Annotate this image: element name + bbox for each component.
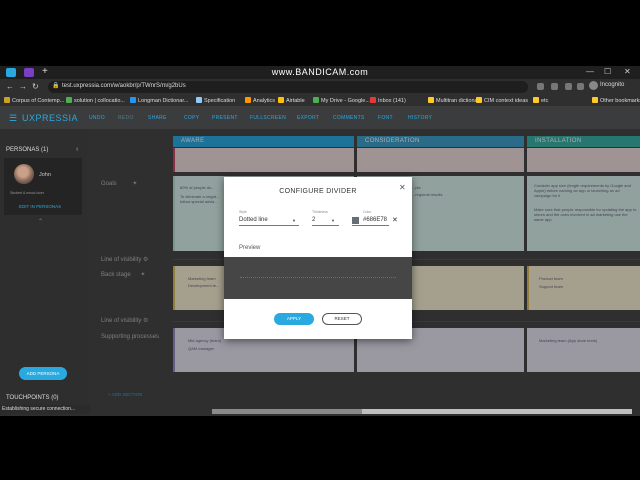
- toolbar-fullscreen-button[interactable]: FULLSCREEN: [250, 115, 286, 121]
- toolbar-undo-button[interactable]: UNDO: [89, 115, 105, 121]
- add-persona-button[interactable]: ADD PERSONA: [19, 367, 67, 380]
- lock-icon: 🔒: [52, 83, 60, 89]
- extension-icon[interactable]: [537, 83, 544, 90]
- puzzle-icon[interactable]: [565, 83, 572, 90]
- app-toolbar: ☰ UXPRESSIA UNDO REDO SHARE COPY PRESENT FULL…: [0, 107, 640, 129]
- bookmark-item[interactable]: Inbox (141): [370, 97, 406, 104]
- style-label: Style: [239, 210, 247, 214]
- apply-button[interactable]: APPLY: [274, 313, 314, 325]
- bookmark-label: solution | collocatio...: [74, 98, 125, 104]
- bookmark-item[interactable]: solution | collocatio...: [66, 97, 125, 104]
- reload-icon[interactable]: ↻: [32, 82, 39, 91]
- bookmark-item[interactable]: CIM context ideas: [476, 97, 528, 104]
- color-label: Color: [363, 210, 372, 214]
- preview-label: Preview: [239, 245, 261, 251]
- bookmark-icon: [130, 97, 136, 103]
- close-icon[interactable]: ✕: [399, 183, 406, 192]
- status-text: Establishing secure connection...: [0, 405, 90, 414]
- color-underline: [352, 225, 389, 226]
- bookmark-icon: [4, 97, 10, 103]
- bookmark-label: Longman Dictionar...: [138, 98, 189, 104]
- color-field[interactable]: #686E78: [363, 217, 387, 223]
- collapse-panel-icon[interactable]: ‹: [76, 146, 78, 153]
- bookmark-icon: [592, 97, 598, 103]
- bookmark-item[interactable]: Other bookmarks: [592, 97, 640, 104]
- bookmark-icon: [428, 97, 434, 103]
- extension-icon[interactable]: [551, 83, 558, 90]
- bookmark-icon: [370, 97, 376, 103]
- screen: + — ☐ ✕ ← → ↻ 🔒 test.uxpressia.com/w/aok…: [0, 66, 640, 416]
- bookmark-label: Inbox (141): [378, 98, 406, 104]
- bookmark-icon: [313, 97, 319, 103]
- toolbar-share-button[interactable]: SHARE: [148, 115, 167, 121]
- style-select[interactable]: Dotted line: [239, 217, 268, 223]
- bookmark-icon: [533, 97, 539, 103]
- scrollbar-thumb[interactable]: [212, 409, 362, 414]
- bookmark-label: CIM context ideas: [484, 98, 529, 104]
- bookmark-label: etc: [541, 98, 549, 104]
- horizontal-scrollbar[interactable]: [212, 409, 632, 414]
- bookmark-label: Airtable: [286, 98, 305, 104]
- persona-name: John: [39, 172, 51, 178]
- bookmark-label: Analytics: [253, 98, 276, 104]
- bookmark-icon: [66, 97, 72, 103]
- bookmark-item[interactable]: Longman Dictionar...: [130, 97, 188, 104]
- chevron-up-icon[interactable]: ⌃: [38, 218, 43, 225]
- bookmark-label: Other bookmarks: [600, 98, 640, 104]
- brand-logo[interactable]: UXPRESSIA: [22, 113, 78, 123]
- reset-button[interactable]: RESET: [322, 313, 362, 325]
- toolbar-history-button[interactable]: HISTORY: [408, 115, 432, 121]
- thickness-underline: [312, 225, 339, 226]
- bookmark-item[interactable]: My Drive - Google...: [313, 97, 370, 104]
- bookmark-item[interactable]: etc: [533, 97, 548, 104]
- toolbar-redo-button[interactable]: REDO: [118, 115, 134, 121]
- bookmark-item[interactable]: Multitran dictionary: [428, 97, 482, 104]
- bookmark-label: Corpus of Contemp...: [12, 98, 65, 104]
- preview-area: [224, 257, 412, 299]
- bookmark-icon: [196, 97, 202, 103]
- persona-role: Student & music lover: [10, 191, 45, 195]
- bookmark-item[interactable]: Specification: [196, 97, 235, 104]
- bookmark-icon: [476, 97, 482, 103]
- incognito-label[interactable]: Incognito: [600, 82, 624, 88]
- incognito-icon: [589, 81, 598, 90]
- edit-in-personas-link[interactable]: EDIT IN PERSONAS: [19, 204, 61, 209]
- back-icon[interactable]: ←: [6, 82, 14, 91]
- toolbar-font-button[interactable]: FONT: [378, 115, 393, 121]
- bookmark-item[interactable]: Airtable: [278, 97, 305, 104]
- chevron-down-icon[interactable]: ▼: [331, 218, 335, 223]
- address-bar: ← → ↻ 🔒 test.uxpressia.com/w/aokbr/p/TWn…: [0, 79, 640, 95]
- sidepanel-icon[interactable]: [577, 83, 584, 90]
- bookmark-item[interactable]: Corpus of Contemp...: [4, 97, 64, 104]
- url-text[interactable]: test.uxpressia.com/w/aokbr/p/TWnrS/m/g2b…: [62, 83, 186, 89]
- color-swatch[interactable]: [352, 217, 359, 224]
- avatar: [14, 164, 34, 184]
- chevron-down-icon[interactable]: ▼: [292, 218, 296, 223]
- bookmark-item[interactable]: Analytics: [245, 97, 275, 104]
- toolbar-export-button[interactable]: EXPORT: [297, 115, 319, 121]
- watermark: www.BANDICAM.com: [271, 67, 369, 77]
- bookmark-icon: [278, 97, 284, 103]
- bookmarks-bar: Corpus of Contemp... solution | collocati…: [0, 95, 640, 107]
- bookmark-label: My Drive - Google...: [321, 98, 370, 104]
- persona-card[interactable]: John Student & music lover EDIT IN PERSO…: [4, 158, 82, 215]
- clear-color-icon[interactable]: ✕: [392, 216, 398, 224]
- toolbar-present-button[interactable]: PRESENT: [212, 115, 238, 121]
- touchpoints-title[interactable]: TOUCHPOINTS (0): [6, 395, 59, 401]
- toolbar-copy-button[interactable]: COPY: [184, 115, 199, 121]
- toolbar-comments-button[interactable]: COMMENTS: [333, 115, 365, 121]
- thickness-stepper[interactable]: 2: [312, 217, 315, 223]
- bookmark-label: Specification: [204, 98, 236, 104]
- configure-divider-dialog: CONFIGURE DIVIDER ✕ Style Dotted line ▼ …: [224, 177, 412, 339]
- style-underline: [239, 225, 299, 226]
- omnibox[interactable]: 🔒 test.uxpressia.com/w/aokbr/p/TWnrS/m/g…: [48, 81, 528, 93]
- forward-icon[interactable]: →: [19, 82, 27, 91]
- menu-icon[interactable]: ☰: [9, 113, 17, 124]
- bookmark-icon: [245, 97, 251, 103]
- personas-title[interactable]: PERSONAS (1): [6, 147, 48, 153]
- dialog-title: CONFIGURE DIVIDER: [279, 188, 357, 195]
- thickness-label: Thickness: [312, 210, 328, 214]
- divider-preview-line: [240, 277, 396, 278]
